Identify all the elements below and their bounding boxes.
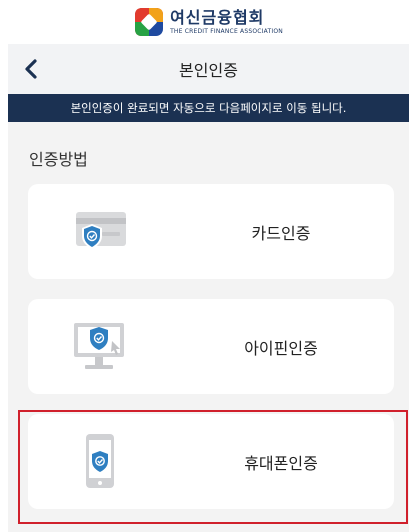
back-button[interactable] bbox=[16, 54, 46, 84]
card-auth-label: 카드인증 bbox=[251, 223, 311, 243]
chevron-left-icon bbox=[25, 59, 37, 79]
ipin-auth-option[interactable]: 아이핀인증 bbox=[28, 299, 394, 394]
brand-header: 여신금융협회 THE CREDIT FINANCE ASSOCIATION bbox=[0, 0, 417, 44]
brand-name-english: THE CREDIT FINANCE ASSOCIATION bbox=[170, 27, 283, 35]
auth-method-panel: 인증방법 카드인증 아이핀인증 휴대폰인증 bbox=[8, 122, 409, 532]
monitor-shield-icon bbox=[28, 299, 168, 394]
notice-banner: 본인인증이 완료되면 자동으로 다음페이지로 이동 됩니다. bbox=[8, 94, 409, 122]
selected-option-highlight bbox=[18, 410, 408, 524]
ipin-auth-label: 아이핀인증 bbox=[244, 338, 318, 358]
card-auth-option[interactable]: 카드인증 bbox=[28, 184, 394, 279]
notice-text: 본인인증이 완료되면 자동으로 다음페이지로 이동 됩니다. bbox=[70, 101, 347, 115]
credit-card-shield-icon bbox=[28, 184, 168, 279]
brand-name: 여신금융협회 bbox=[170, 7, 265, 27]
page-title: 본인인증 bbox=[179, 61, 238, 80]
brand-logo-mark-icon bbox=[135, 8, 164, 36]
title-bar: 본인인증 bbox=[8, 44, 409, 94]
section-title: 인증방법 bbox=[29, 150, 88, 169]
brand-logo[interactable]: 여신금융협회 THE CREDIT FINANCE ASSOCIATION bbox=[134, 7, 283, 37]
